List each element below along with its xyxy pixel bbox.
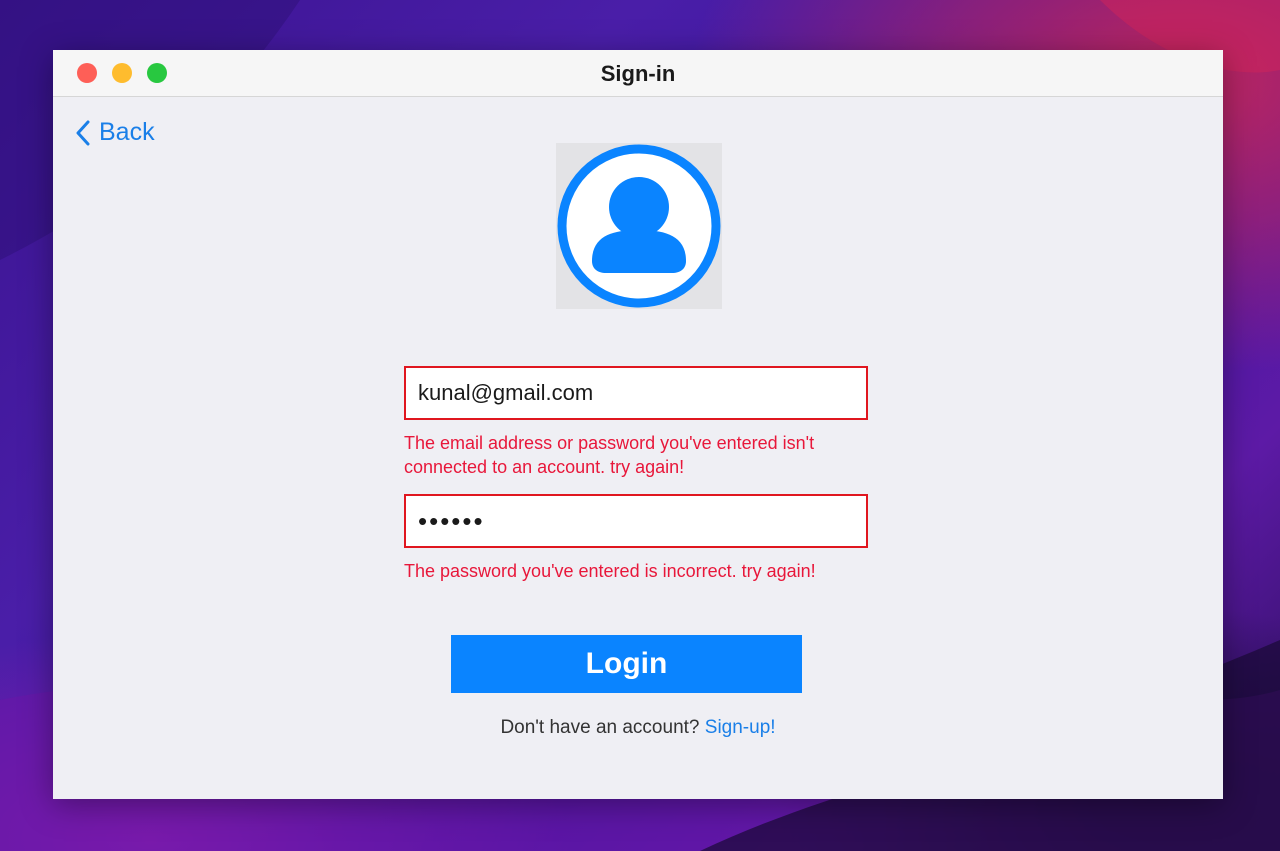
email-field[interactable]: [404, 366, 868, 420]
signup-prompt-text: Don't have an account?: [500, 717, 700, 738]
title-bar: Sign-in: [53, 50, 1223, 97]
email-error-message: The email address or password you've ent…: [404, 433, 815, 477]
signup-prompt: Don't have an account? Sign-up!: [53, 717, 1223, 739]
avatar: [556, 143, 722, 309]
window-title: Sign-in: [600, 61, 676, 86]
user-circle-icon: [557, 144, 721, 308]
password-field[interactable]: [404, 494, 868, 548]
signup-link[interactable]: Sign-up!: [705, 717, 776, 738]
signin-window: Sign-in Back The email address or passwo…: [53, 50, 1223, 799]
back-button[interactable]: Back: [75, 118, 155, 147]
chevron-left-icon: [76, 120, 90, 145]
back-label: Back: [99, 118, 155, 146]
login-button[interactable]: Login: [451, 635, 802, 693]
password-error-message: The password you've entered is incorrect…: [404, 561, 816, 581]
